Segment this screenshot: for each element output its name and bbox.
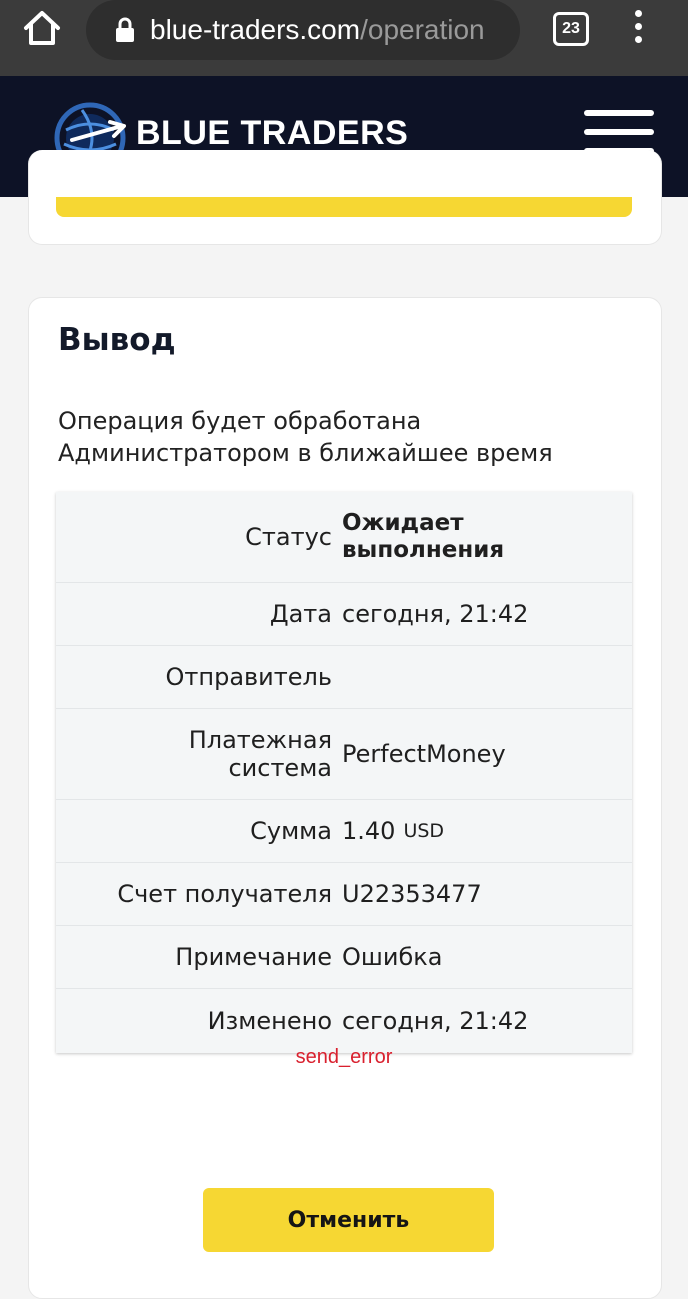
row-label: Дата <box>269 600 332 628</box>
row-value: сегодня, 21:42 <box>342 1007 529 1035</box>
row-label: Счет получателя <box>117 880 332 908</box>
table-row-note: Примечание Ошибка <box>56 926 632 989</box>
row-value: U22353477 <box>342 880 482 908</box>
previous-card-button[interactable] <box>56 197 632 217</box>
status-value: Ожидает выполнения <box>342 510 505 563</box>
operation-details-table: Статус Ожидает выполнения Дата сегодня, … <box>56 492 632 1053</box>
cancel-button[interactable]: Отменить <box>203 1188 494 1252</box>
error-code-text: send_error <box>295 1046 393 1068</box>
row-label: Отправитель <box>165 663 332 691</box>
row-label: Статус <box>245 523 332 551</box>
lock-icon <box>116 17 134 42</box>
amount-number: 1.40 <box>342 817 396 845</box>
row-value: PerfectMoney <box>342 740 506 768</box>
row-value <box>342 646 632 708</box>
table-row-recipient-account: Счет получателя U22353477 <box>56 863 632 926</box>
table-row-date: Дата сегодня, 21:42 <box>56 583 632 646</box>
currency-code: USD <box>403 820 445 842</box>
address-bar[interactable]: blue-traders.com/operation <box>86 0 520 60</box>
table-row-sender: Отправитель <box>56 646 632 709</box>
url-domain: blue-traders.com <box>150 14 361 45</box>
row-label: Платежная система <box>188 726 332 782</box>
table-row-amount: Сумма 1.40 USD <box>56 800 632 863</box>
home-icon[interactable] <box>20 8 64 48</box>
url-path: /operation <box>360 14 485 45</box>
table-row-status: Статус Ожидает выполнения <box>56 492 632 583</box>
table-row-payment-system: Платежная система PerfectMoney <box>56 709 632 800</box>
table-row-modified: Изменено сегодня, 21:42 <box>56 989 632 1053</box>
row-value: Ошибка <box>342 943 443 971</box>
tab-switcher-button[interactable]: 23 <box>553 12 589 46</box>
card-title: Вывод <box>58 322 176 358</box>
row-label: Сумма <box>250 817 332 845</box>
brand-logo-text[interactable]: BLUE TRADERS <box>136 114 408 153</box>
row-label: Изменено <box>207 1007 332 1035</box>
row-label: Примечание <box>175 943 332 971</box>
url-text: blue-traders.com/operation <box>150 14 490 46</box>
amount-value: 1.40 USD <box>342 800 632 862</box>
browser-toolbar: blue-traders.com/operation 23 <box>0 0 688 76</box>
browser-menu-icon[interactable] <box>626 10 650 46</box>
row-value: сегодня, 21:42 <box>342 600 529 628</box>
tab-count: 23 <box>562 20 580 37</box>
card-description: Операция будет обработана Администраторо… <box>58 407 553 467</box>
